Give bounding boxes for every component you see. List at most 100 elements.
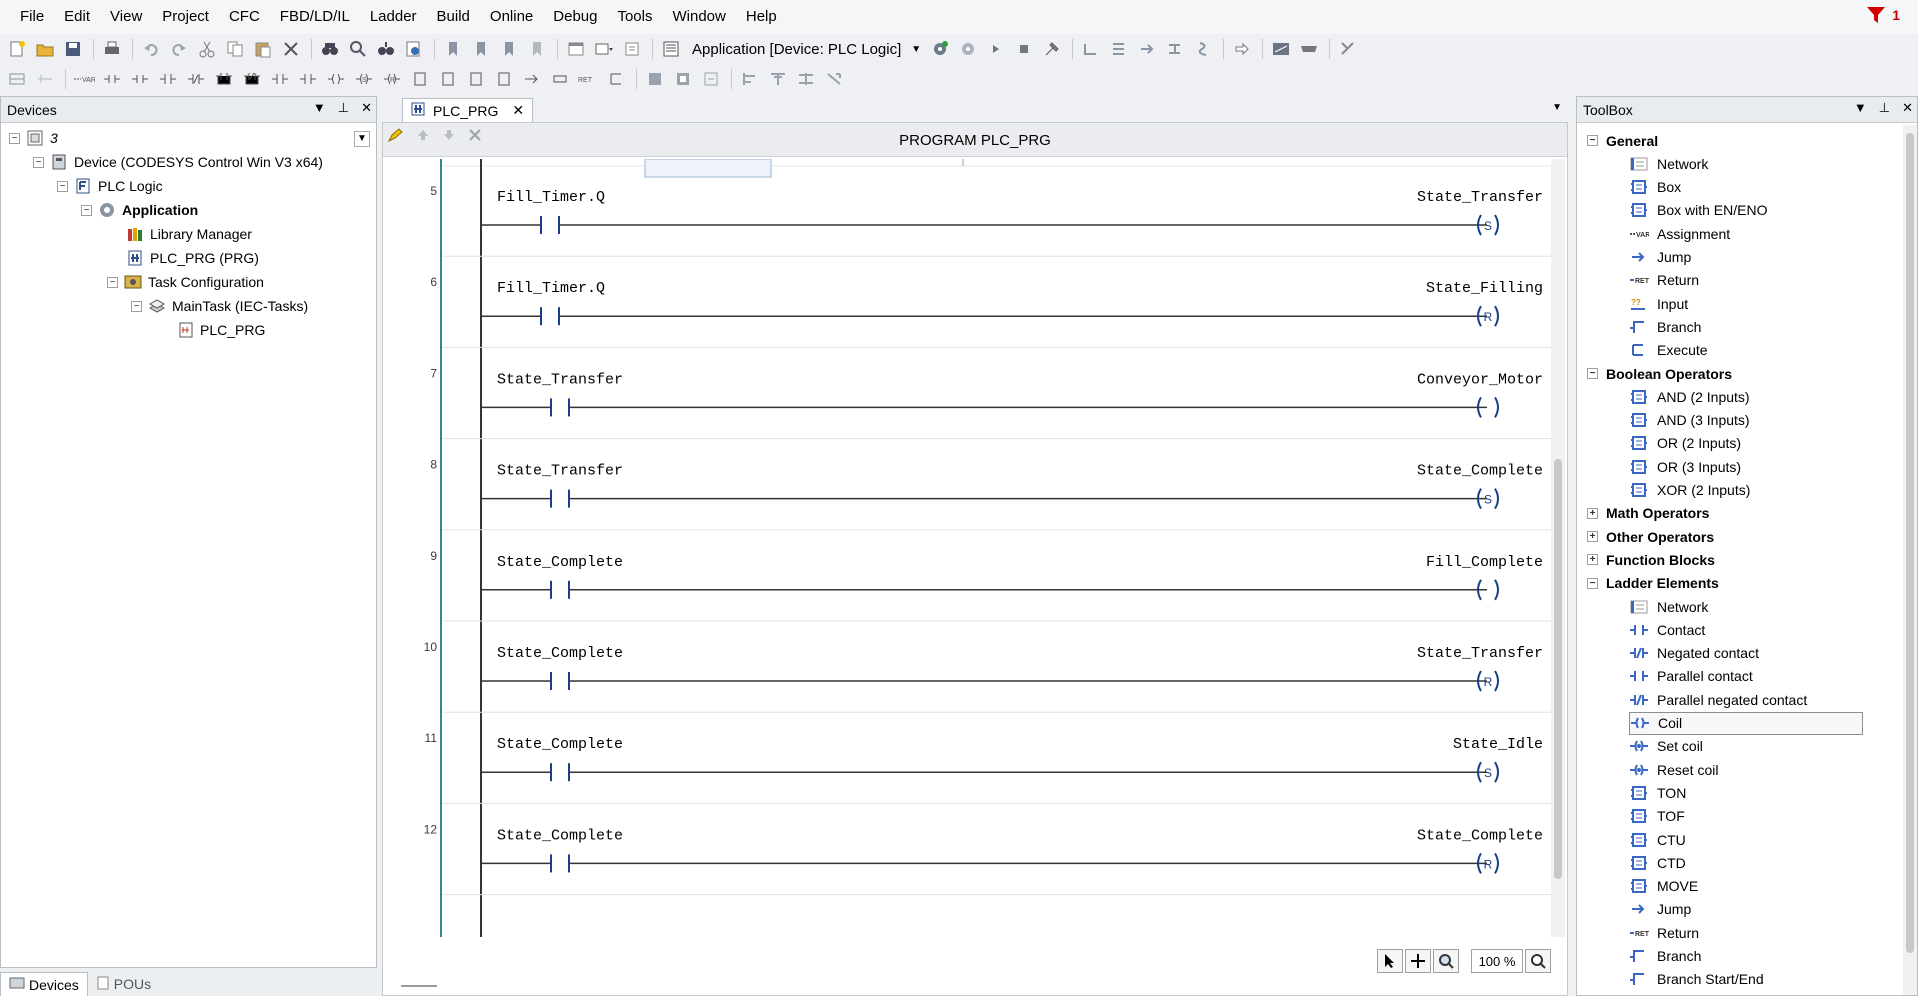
pan-tool-icon[interactable] (1405, 949, 1431, 973)
unforce-icon[interactable] (1335, 37, 1361, 61)
toolbox-item-branch[interactable]: Branch (1629, 315, 1863, 338)
collapse-icon[interactable]: − (57, 180, 68, 192)
toolbox-item-execute[interactable]: Execute (1629, 339, 1863, 362)
expand-icon[interactable]: + (1587, 507, 1598, 519)
insert-parallel-contact-icon[interactable] (211, 67, 237, 91)
insert-ctu-icon[interactable] (463, 67, 489, 91)
menu-window[interactable]: Window (663, 0, 736, 34)
toggle-negation-icon[interactable] (670, 67, 696, 91)
tree-item-application[interactable]: − Application (81, 199, 198, 221)
delete-icon[interactable] (278, 37, 304, 61)
insert-contact-left-icon[interactable] (295, 67, 321, 91)
menu-project[interactable]: Project (152, 0, 219, 34)
write-values-icon[interactable] (1268, 37, 1294, 61)
error-alert[interactable]: 1 (1866, 6, 1900, 24)
collapse-icon[interactable]: − (1587, 135, 1598, 146)
expand-icon[interactable]: + (1587, 531, 1598, 543)
pointer-tool-icon[interactable] (1377, 949, 1403, 973)
tree-dropdown-icon[interactable]: ▼ (354, 131, 370, 147)
auto-layout-icon[interactable] (821, 67, 847, 91)
step-into-icon[interactable] (1106, 37, 1132, 61)
menu-help[interactable]: Help (736, 0, 787, 34)
toolbox-category-ladder-elements[interactable]: − Ladder Elements (1587, 572, 1719, 595)
insert-ctd-icon[interactable] (491, 67, 517, 91)
toolbox-item-input[interactable]: ?? Input (1629, 292, 1863, 315)
toolbox-item-jump[interactable]: Jump (1629, 246, 1863, 269)
toolbox-item-reset-coil[interactable]: Reset coil (1629, 758, 1863, 781)
toolbox-item-and-3-inputs-[interactable]: AND (3 Inputs) (1629, 409, 1863, 432)
menu-tools[interactable]: Tools (607, 0, 662, 34)
insert-contact-right-icon[interactable] (267, 67, 293, 91)
toolbox-category-boolean-operators[interactable]: − Boolean Operators (1587, 362, 1732, 385)
close-tab-icon[interactable]: ✕ (512, 102, 524, 119)
start-icon[interactable] (983, 37, 1009, 61)
toolbox-category-function-blocks[interactable]: + Function Blocks (1587, 548, 1715, 571)
ladder-diagram[interactable]: 5 Fill_Timer.Q S State_Transfer 6 Fill_Timer.… (383, 159, 1551, 939)
toolbox-scrollbar[interactable] (1903, 125, 1917, 995)
logout-icon[interactable] (955, 37, 981, 61)
toolbox-category-math-operators[interactable]: + Math Operators (1587, 502, 1709, 525)
show-current-statement-icon[interactable] (1229, 37, 1255, 61)
toolbox-item-parallel-contact[interactable]: Parallel contact (1629, 665, 1863, 688)
tree-item-plc-prg-call[interactable]: PLC_PRG (176, 319, 265, 341)
replace-icon[interactable] (345, 37, 371, 61)
insert-box-icon[interactable] (99, 67, 125, 91)
set-next-statement-icon[interactable] (1190, 37, 1216, 61)
paste-icon[interactable] (250, 37, 276, 61)
login-icon[interactable] (927, 37, 953, 61)
tab-pous[interactable]: POUs (88, 972, 159, 996)
toolbox-item-branch-start-end[interactable]: Branch Start/End (1629, 968, 1863, 991)
toolbox-item-jump[interactable]: Jump (1629, 898, 1863, 921)
menu-edit[interactable]: Edit (54, 0, 100, 34)
toggle-comment-icon[interactable] (642, 67, 668, 91)
toolbox-item-return[interactable]: RET Return (1629, 269, 1863, 292)
align-top-icon[interactable] (765, 67, 791, 91)
force-values-icon[interactable] (1296, 37, 1322, 61)
align-left-icon[interactable] (737, 67, 763, 91)
insert-label-icon[interactable] (547, 67, 573, 91)
edge-detection-icon[interactable] (698, 67, 724, 91)
bookmark-clear-icon[interactable] (524, 37, 550, 61)
menu-fbd-ld-il[interactable]: FBD/LD/IL (270, 0, 360, 34)
bookmark-next-icon[interactable] (468, 37, 494, 61)
bookmark-icon[interactable] (440, 37, 466, 61)
menu-build[interactable]: Build (427, 0, 480, 34)
insert-parallel-negated-contact-icon[interactable] (239, 67, 265, 91)
tab-plc-prg[interactable]: PLC_PRG ✕ (402, 98, 534, 122)
toolbox-item-and-2-inputs-[interactable]: AND (2 Inputs) (1629, 385, 1863, 408)
insert-reset-coil-icon[interactable]: R (379, 67, 405, 91)
menu-cfc[interactable]: CFC (219, 0, 270, 34)
tree-item-plc-logic[interactable]: − PLC Logic (57, 175, 163, 197)
pin-icon[interactable]: ⊥ (1879, 100, 1890, 116)
zoom-fit-icon[interactable] (1525, 949, 1551, 973)
find-in-project-icon[interactable] (401, 37, 427, 61)
zoom-level[interactable]: 100 % (1471, 949, 1523, 973)
collapse-icon[interactable]: − (81, 204, 92, 216)
expand-icon[interactable]: + (1587, 554, 1598, 566)
tree-item-library-manager[interactable]: Library Manager (126, 223, 252, 245)
application-selector[interactable]: Application [Device: PLC Logic] ▼ (692, 37, 921, 61)
step-over-icon[interactable] (1078, 37, 1104, 61)
collapse-icon[interactable]: − (33, 156, 44, 168)
tree-item-task-configuration[interactable]: − Task Configuration (107, 271, 264, 293)
tab-devices[interactable]: Devices (0, 972, 88, 996)
insert-set-coil-icon[interactable]: S (351, 67, 377, 91)
insert-negated-contact-icon[interactable] (183, 67, 209, 91)
menu-view[interactable]: View (100, 0, 152, 34)
collapse-icon[interactable]: − (107, 276, 118, 288)
toolbox-item-ton[interactable]: TON (1629, 781, 1863, 804)
toolbox-item-assignment[interactable]: VAR Assignment (1629, 222, 1863, 245)
insert-branch-icon[interactable] (603, 67, 629, 91)
insert-network-icon[interactable] (4, 67, 30, 91)
collapse-icon[interactable]: − (131, 300, 142, 312)
insert-tof-icon[interactable] (435, 67, 461, 91)
toolbox-category-general[interactable]: − General (1587, 129, 1658, 152)
undo-icon[interactable] (138, 37, 164, 61)
copy-icon[interactable] (222, 37, 248, 61)
distribute-icon[interactable] (793, 67, 819, 91)
toolbox-item-network[interactable]: Network (1629, 595, 1863, 618)
toolbox-item-tof[interactable]: TOF (1629, 805, 1863, 828)
insert-contact-icon[interactable] (155, 67, 181, 91)
menu-file[interactable]: File (10, 0, 54, 34)
toolbox-item-branch[interactable]: Branch (1629, 945, 1863, 968)
